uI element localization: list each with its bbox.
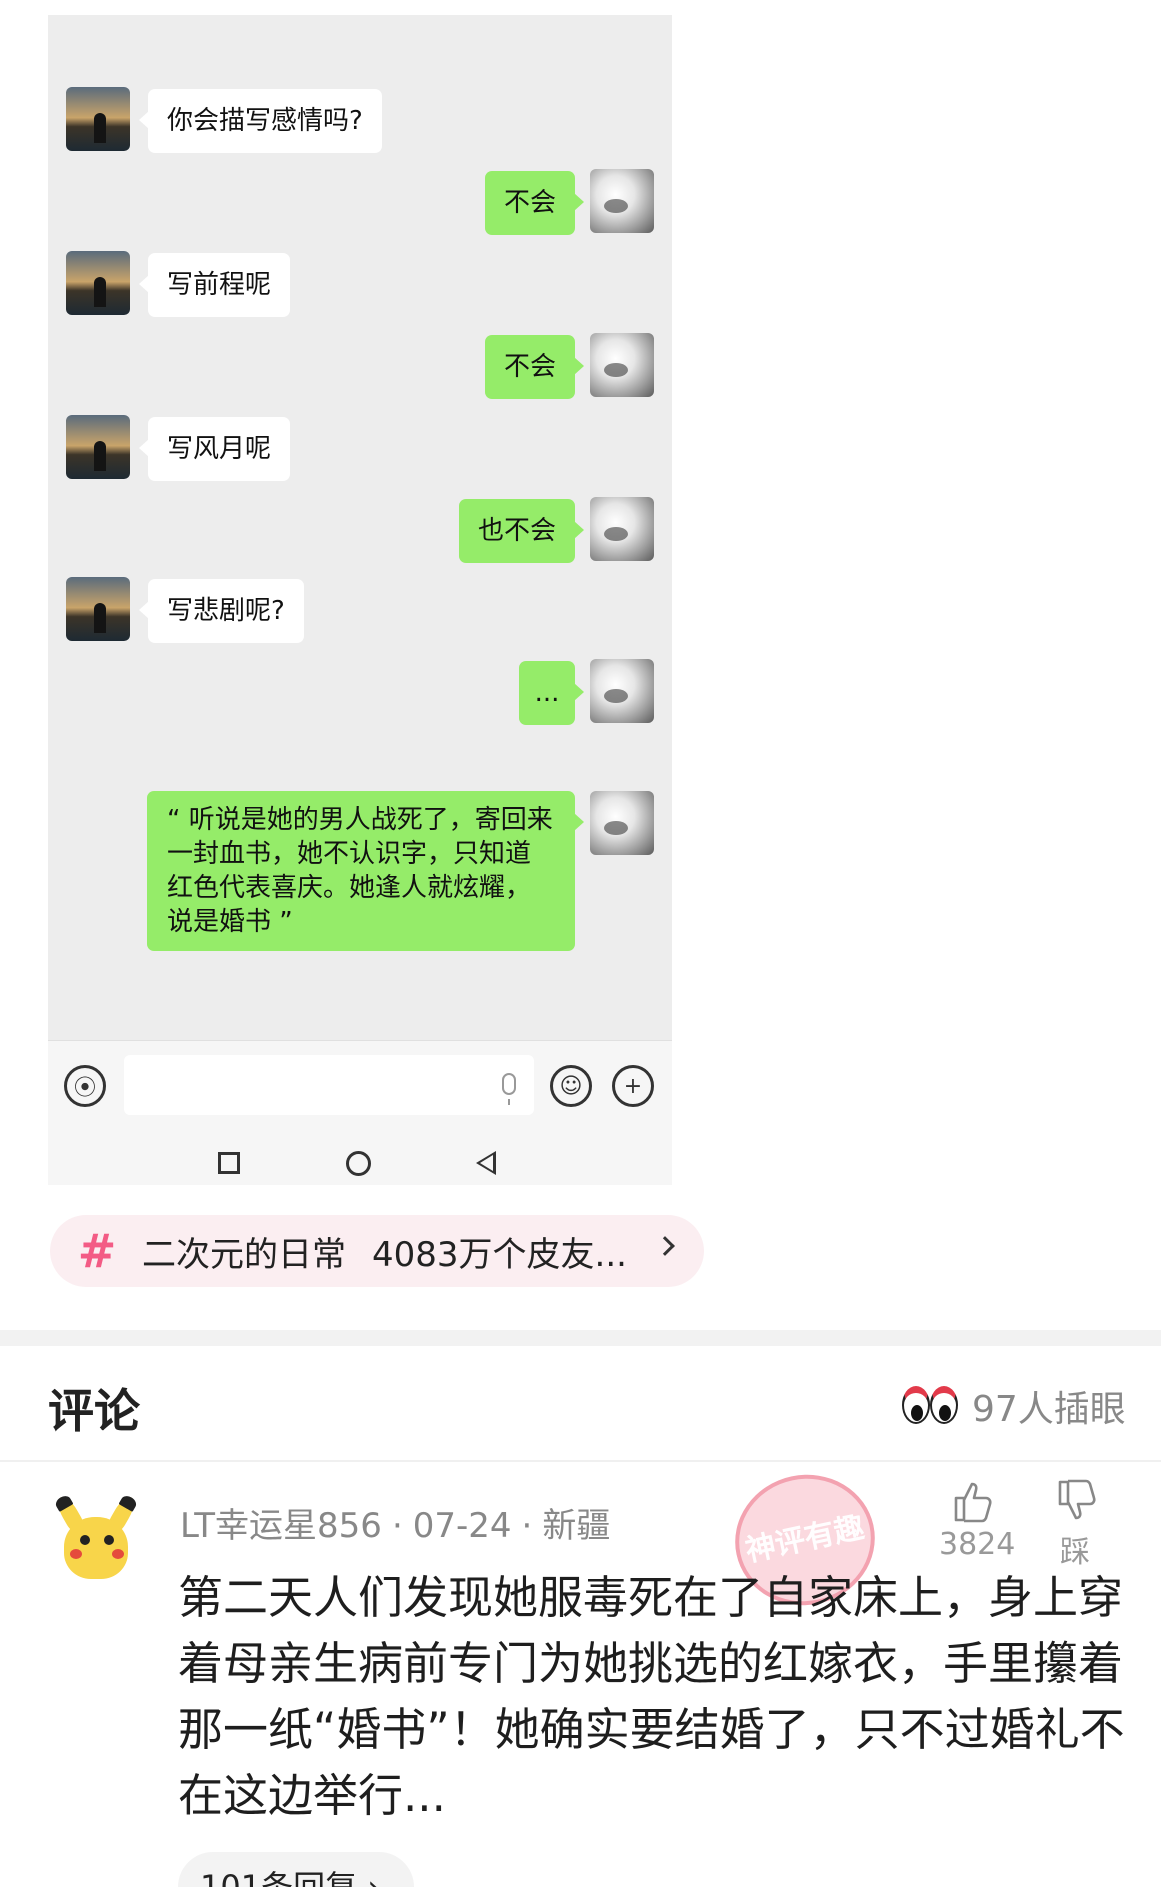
- message-bubble-incoming[interactable]: 写悲剧呢?: [139, 579, 304, 643]
- plus-icon: +: [623, 1073, 643, 1099]
- comment-body[interactable]: 第二天人们发现她服毒死在了自家床上，身上穿着母亲生病前专门为她挑选的红嫁衣，手里…: [178, 1565, 1138, 1829]
- message-bubble-outgoing[interactable]: 不会: [484, 171, 585, 235]
- message-input[interactable]: [124, 1055, 534, 1115]
- microphone-icon[interactable]: [502, 1073, 516, 1105]
- section-divider: [0, 1330, 1161, 1346]
- commenter-avatar[interactable]: [48, 1493, 144, 1591]
- back-nav-button[interactable]: [476, 1151, 496, 1175]
- emoji-button[interactable]: ☺: [550, 1065, 592, 1107]
- self-avatar[interactable]: [590, 497, 654, 561]
- self-avatar[interactable]: [590, 333, 654, 397]
- topic-member-count: 4083万个皮友...: [372, 1234, 627, 1275]
- message-bubble-incoming[interactable]: 写前程呢: [138, 253, 291, 317]
- view-replies-button[interactable]: 101条回复 ›: [178, 1852, 414, 1887]
- partner-avatar[interactable]: [66, 87, 130, 151]
- partner-avatar[interactable]: [66, 415, 130, 479]
- stamp-text: 神评有趣: [742, 1509, 868, 1570]
- message-bubble-outgoing[interactable]: ...: [519, 661, 584, 725]
- self-avatar[interactable]: [590, 791, 654, 855]
- partner-avatar[interactable]: [66, 251, 130, 315]
- eyes-icon: [902, 1386, 960, 1424]
- system-nav-bar: [48, 1140, 672, 1185]
- message-bubble-incoming[interactable]: 写风月呢: [138, 417, 291, 481]
- more-button[interactable]: +: [612, 1065, 654, 1107]
- smiley-icon: ☺: [559, 1073, 583, 1099]
- message-bubble-outgoing[interactable]: “ 听说是她的男人战死了，寄回来一封血书，她不认识字，只知道红色代表喜庆。她逢人…: [147, 791, 584, 951]
- viewer-count[interactable]: 97人插眼: [972, 1380, 1126, 1432]
- self-avatar[interactable]: [590, 659, 654, 723]
- topic-name: 二次元的日常: [142, 1234, 346, 1275]
- thumbs-up-icon[interactable]: [950, 1478, 996, 1524]
- comment-date: 07-24: [412, 1506, 512, 1546]
- comment-meta: LT幸运星856 · 07-24 · 新疆: [180, 1506, 611, 1546]
- recents-nav-button[interactable]: [218, 1152, 240, 1174]
- partner-avatar[interactable]: [66, 577, 130, 641]
- self-avatar[interactable]: [590, 169, 654, 233]
- comments-title: 评论: [48, 1384, 140, 1438]
- chat-area: 你会描写感情吗? 不会 写前程呢 不会 写风月呢 也不会 写悲剧呢? ... “…: [48, 15, 672, 1040]
- message-bubble-outgoing[interactable]: 也不会: [458, 499, 585, 563]
- message-bubble-outgoing[interactable]: 不会: [484, 335, 585, 399]
- thumbs-down-icon[interactable]: [1054, 1478, 1100, 1524]
- divider: [0, 1460, 1161, 1462]
- like-count: 3824: [939, 1527, 1016, 1562]
- voice-toggle-button[interactable]: ⦿: [64, 1065, 106, 1107]
- message-bubble-incoming[interactable]: 你会描写感情吗?: [139, 89, 382, 153]
- chat-input-bar: ⦿ ☺ +: [48, 1040, 672, 1140]
- chat-screenshot: 你会描写感情吗? 不会 写前程呢 不会 写风月呢 也不会 写悲剧呢? ... “…: [48, 15, 672, 1185]
- comment-location: 新疆: [542, 1506, 611, 1546]
- topic-pill[interactable]: # 二次元的日常 4083万个皮友...: [50, 1215, 704, 1287]
- voice-icon: ⦿: [73, 1076, 96, 1101]
- comment-author[interactable]: LT幸运星856: [180, 1506, 382, 1546]
- chevron-right-icon: [655, 1236, 675, 1256]
- home-nav-button[interactable]: [346, 1151, 371, 1176]
- hash-icon: #: [77, 1224, 117, 1278]
